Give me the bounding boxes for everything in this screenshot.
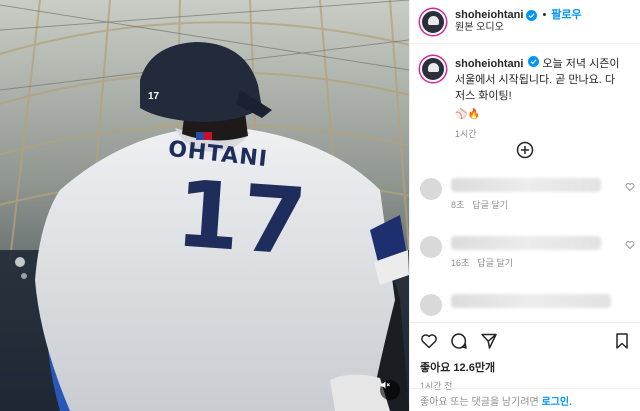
reply-button[interactable]: 답글 달기 [477,256,513,269]
caption-time: 1시간 [455,129,477,140]
original-audio-link[interactable]: 원본 오디오 [455,22,582,34]
author-avatar[interactable] [420,8,446,35]
verified-badge-icon [528,56,540,67]
heart-icon[interactable] [625,240,635,250]
mute-button[interactable] [380,380,400,400]
comment-time: 16초 [451,258,470,268]
comment-time: 8초 [451,200,465,210]
heart-icon[interactable] [625,182,635,192]
post-media[interactable]: 17 OHTANI 17 [0,0,409,411]
comment-avatar[interactable] [420,178,442,200]
comment-avatar[interactable] [420,294,442,316]
comment-text-blurred [451,294,611,308]
likes-count[interactable]: 좋아요 12.6만개 [420,359,631,375]
caption-avatar[interactable] [420,56,446,82]
login-prompt-text: 좋아요 또는 댓글을 남기려면 [420,396,539,408]
heart-icon[interactable] [420,332,438,350]
verified-badge-icon [526,10,538,21]
author-username[interactable]: shoheiohtani [455,9,523,22]
caption-username[interactable]: shoheiohtani [455,58,523,70]
helmet-number: 17 [148,91,160,102]
comment-bubble-icon[interactable] [450,332,468,350]
comment-avatar[interactable] [420,236,442,258]
jersey-number: 17 [172,160,312,277]
header-separator: • [542,8,547,21]
reply-button[interactable]: 답글 달기 [472,198,508,211]
add-circle-icon[interactable] [516,141,534,159]
post-sidebar: shoheiohtani • 팔로우 원본 오디오 shoheiohtani 오… [409,0,640,411]
post-caption: shoheiohtani 오늘 저녁 시즌이 서울에서 시작됩니다. 곧 만나요… [410,44,640,141]
comment-item [420,294,635,316]
post-actions: 좋아요 12.6만개 1시간 전 [410,322,640,392]
post-header: shoheiohtani • 팔로우 원본 오디오 [410,0,640,44]
login-prompt: 좋아요 또는 댓글을 남기려면 로그인. [410,388,640,411]
comment-text-blurred [451,236,601,250]
follow-button[interactable]: 팔로우 [551,9,581,22]
paper-plane-icon[interactable] [480,332,498,350]
comment-item: 16초 답글 달기 [420,236,635,269]
comment-item: 8초 답글 달기 [420,178,635,211]
bookmark-icon[interactable] [613,332,631,350]
speaker-muted-icon [381,381,390,389]
login-link[interactable]: 로그인. [542,393,572,408]
caption-emojis: ⚾🔥 [455,108,480,120]
comment-text-blurred [451,178,601,192]
